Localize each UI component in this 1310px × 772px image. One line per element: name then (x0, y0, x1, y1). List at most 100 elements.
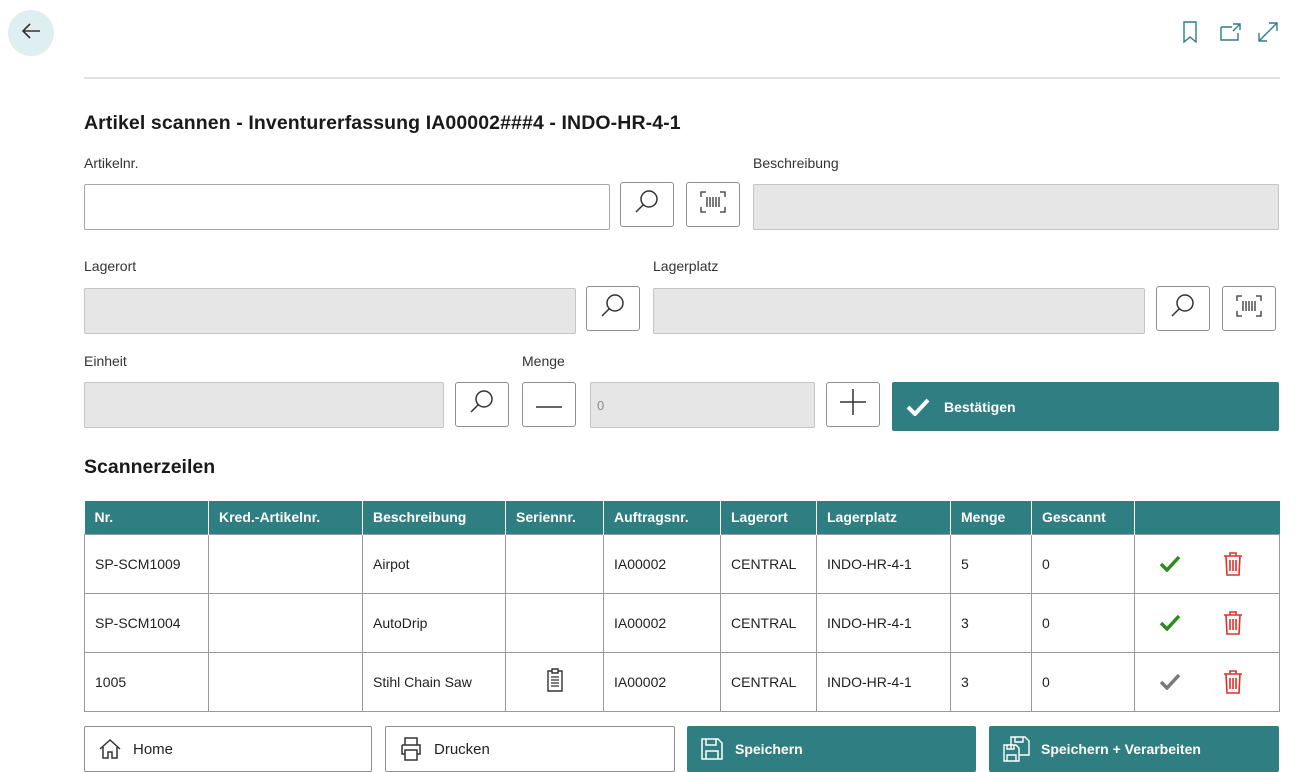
cell-seriennr (505, 651, 604, 712)
cell-gescannt: 0 (1031, 533, 1135, 594)
search-icon (469, 389, 495, 420)
column-header[interactable]: Gescannt (1031, 501, 1135, 534)
open-in-new-window-icon (1220, 22, 1242, 47)
column-header[interactable]: Menge (950, 501, 1032, 534)
cell-menge: 5 (950, 533, 1032, 594)
cell-lagerplatz: INDO-HR-4-1 (816, 533, 951, 594)
menge-increase-button[interactable] (826, 382, 880, 427)
cell-beschreibung: AutoDrip (362, 592, 506, 653)
lagerort-label: Lagerort (84, 258, 137, 274)
lagerort-search-button[interactable] (586, 286, 640, 331)
bookmark-button[interactable] (1178, 20, 1202, 48)
table-header-row: Nr. Kred.-Artikelnr. Beschreibung Serien… (84, 501, 1280, 534)
bookmark-icon (1182, 20, 1198, 48)
trash-icon[interactable] (1223, 669, 1243, 695)
beschreibung-label: Beschreibung (753, 155, 839, 171)
cell-kred-artikelnr (208, 651, 363, 712)
save-and-process-label: Speichern + Verarbeiten (1041, 741, 1201, 757)
cell-nr: SP-SCM1004 (84, 592, 209, 653)
barcode-scan-icon (1236, 295, 1262, 322)
cell-auftragsnr: IA00002 (603, 533, 721, 594)
plus-icon (839, 388, 867, 421)
cell-nr: SP-SCM1009 (84, 533, 209, 594)
cell-lagerort: CENTRAL (720, 533, 817, 594)
cell-menge: 3 (950, 651, 1032, 712)
search-icon (1170, 293, 1196, 324)
confirm-row-icon[interactable] (1159, 614, 1181, 631)
save-button[interactable]: Speichern (687, 726, 976, 772)
lagerort-field (84, 288, 576, 334)
column-header[interactable]: Beschreibung (362, 501, 506, 534)
checkmark-icon (906, 398, 930, 416)
menge-label: Menge (522, 353, 565, 369)
floppy-disk-icon (701, 738, 723, 760)
lagerplatz-label: Lagerplatz (653, 258, 719, 274)
trash-icon[interactable] (1223, 610, 1243, 636)
cell-actions (1134, 651, 1280, 712)
einheit-search-button[interactable] (455, 382, 509, 427)
back-button[interactable] (8, 10, 54, 56)
table-row[interactable]: SP-SCM1009 Airpot IA00002 CENTRAL INDO-H… (84, 533, 1280, 594)
open-new-window-button[interactable] (1219, 22, 1243, 46)
cell-lagerort: CENTRAL (720, 592, 817, 653)
confirm-button[interactable]: Bestätigen (892, 382, 1279, 431)
print-button[interactable]: Drucken (385, 726, 675, 772)
trash-icon[interactable] (1223, 551, 1243, 577)
cell-actions (1134, 592, 1280, 653)
check-path (1159, 555, 1181, 572)
column-header[interactable]: Kred.-Artikelnr. (208, 501, 363, 534)
column-header[interactable]: Lagerplatz (816, 501, 951, 534)
column-header-actions (1134, 501, 1280, 534)
cell-gescannt: 0 (1031, 592, 1135, 653)
search-icon (634, 189, 660, 220)
expand-button[interactable] (1256, 21, 1280, 48)
cell-beschreibung: Airpot (362, 533, 506, 594)
home-button[interactable]: Home (84, 726, 372, 772)
column-header[interactable]: Lagerort (720, 501, 817, 534)
confirm-row-icon[interactable] (1159, 555, 1181, 572)
save-and-process-icon (1003, 736, 1031, 762)
cell-seriennr (505, 592, 604, 653)
column-header[interactable]: Seriennr. (505, 501, 604, 534)
table-row[interactable]: 1005 Stihl Chain Saw IA00002 CENTRAL IND… (84, 651, 1280, 712)
cell-lagerplatz: INDO-HR-4-1 (816, 592, 951, 653)
artikelnr-input[interactable] (84, 184, 610, 230)
arrow-left-icon (20, 20, 42, 47)
cell-lagerplatz: INDO-HR-4-1 (816, 651, 951, 712)
column-header[interactable]: Auftragsnr. (603, 501, 721, 534)
lagerplatz-search-button[interactable] (1156, 286, 1210, 331)
cell-auftragsnr: IA00002 (603, 651, 721, 712)
cell-gescannt: 0 (1031, 651, 1135, 712)
artikelnr-search-button[interactable] (620, 182, 674, 227)
scanner-lines-title: Scannerzeilen (84, 456, 216, 478)
einheit-field (84, 382, 444, 428)
home-label: Home (133, 740, 174, 758)
cell-actions (1134, 533, 1280, 594)
lagerplatz-field (653, 288, 1145, 334)
confirm-label: Bestätigen (944, 398, 1016, 415)
save-and-process-button[interactable]: Speichern + Verarbeiten (989, 726, 1279, 772)
print-label: Drucken (434, 740, 490, 758)
cell-seriennr (505, 533, 604, 594)
page-title: Artikel scannen - Inventurerfassung IA00… (84, 112, 681, 134)
search-icon (600, 293, 626, 324)
home-icon (99, 738, 121, 760)
cell-lagerort: CENTRAL (720, 651, 817, 712)
check-path (1159, 673, 1181, 690)
artikelnr-scan-button[interactable] (686, 182, 740, 227)
printer-icon (398, 737, 424, 761)
menge-decrease-button[interactable] (522, 382, 576, 427)
column-header[interactable]: Nr. (84, 501, 209, 534)
menge-field[interactable]: 0 (590, 382, 815, 428)
lagerplatz-scan-button[interactable] (1222, 286, 1276, 331)
scanner-lines-table: Nr. Kred.-Artikelnr. Beschreibung Serien… (84, 501, 1280, 712)
table-row[interactable]: SP-SCM1004 AutoDrip IA00002 CENTRAL INDO… (84, 592, 1280, 653)
clipboard-icon[interactable] (545, 668, 565, 692)
barcode-scan-icon (700, 191, 726, 218)
check-path (1159, 614, 1181, 631)
expand-icon (1257, 21, 1279, 48)
cell-auftragsnr: IA00002 (603, 592, 721, 653)
cell-nr: 1005 (84, 651, 209, 712)
save-label: Speichern (735, 741, 803, 757)
confirm-row-icon[interactable] (1159, 673, 1181, 690)
